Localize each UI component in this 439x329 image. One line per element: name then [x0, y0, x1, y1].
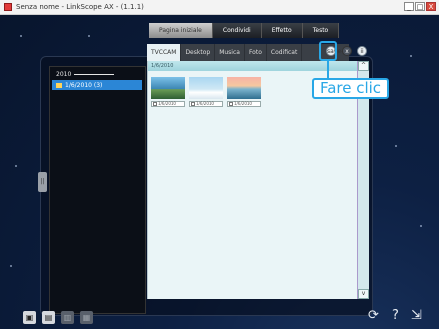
star: [88, 35, 90, 37]
thumbnail-caption-text: 1/6/2010: [196, 101, 214, 106]
thumbnail-image[interactable]: [227, 77, 261, 99]
highlight-box: [319, 41, 337, 61]
camera-icon[interactable]: ▣: [23, 311, 36, 324]
film-icon[interactable]: ▤: [42, 311, 55, 324]
thumbnail-caption: 1/6/2010: [151, 101, 185, 107]
minimize-button[interactable]: _: [404, 2, 414, 11]
tab-home[interactable]: Pagina iniziale: [149, 23, 213, 38]
tab-music[interactable]: Musica: [215, 44, 245, 61]
tab-tvccam[interactable]: TVCCAM: [147, 44, 182, 61]
maximize-button[interactable]: □: [415, 2, 425, 11]
star: [410, 55, 412, 57]
thumbnail-caption-text: 1/6/2010: [158, 101, 176, 106]
copy-icon[interactable]: ▦: [80, 311, 93, 324]
callout-connector: [327, 60, 329, 78]
star: [10, 265, 12, 267]
exit-icon[interactable]: ⇲: [411, 309, 422, 323]
callout-label: Fare clic: [312, 78, 389, 99]
thumbnail-image[interactable]: [151, 77, 185, 99]
tree-divider: [74, 74, 114, 75]
thumbnail-image[interactable]: [189, 77, 223, 99]
scroll-up-button[interactable]: ^: [358, 61, 369, 71]
panel-collapse-handle[interactable]: ||: [38, 172, 47, 192]
tab-desktop[interactable]: Desktop: [181, 44, 216, 61]
thumbnail-item[interactable]: 1/6/2010: [189, 77, 223, 111]
scroll-down-button[interactable]: v: [358, 289, 369, 299]
thumbnail-item[interactable]: 1/6/2010: [227, 77, 261, 111]
thumbnail-checkbox[interactable]: [191, 102, 195, 106]
share-icon[interactable]: ▥: [61, 311, 74, 324]
help-icon[interactable]: ?: [392, 309, 399, 323]
tab-photo[interactable]: Foto: [245, 44, 267, 61]
refresh-icon[interactable]: ⟳: [368, 309, 379, 323]
tree-item-date[interactable]: 1/6/2010 (3): [52, 80, 142, 90]
tab-effect[interactable]: Effetto: [261, 23, 303, 38]
window-controls: _ □ X: [404, 2, 436, 11]
settings-icon[interactable]: ii: [357, 46, 367, 56]
tree-item-label: 1/6/2010 (3): [65, 81, 103, 89]
star: [15, 165, 17, 167]
tree-year-label: 2010: [56, 71, 72, 78]
star: [395, 145, 397, 147]
close-tab-icon[interactable]: x: [342, 46, 352, 56]
date-tree: 2010 1/6/2010 (3): [49, 66, 146, 314]
window-title: Senza nome - LinkScope AX - (1.1.1): [16, 3, 144, 11]
tab-share[interactable]: Condividi: [212, 23, 262, 38]
thumbnail-list: 1/6/2010 1/6/2010 1/6/2010: [151, 77, 261, 111]
tab-encoded[interactable]: Codificat: [267, 44, 303, 61]
window-titlebar: Senza nome - LinkScope AX - (1.1.1) _ □ …: [0, 0, 439, 15]
star: [20, 35, 22, 37]
close-window-button[interactable]: X: [426, 2, 436, 11]
tab-text[interactable]: Testo: [302, 23, 340, 38]
thumbnail-item[interactable]: 1/6/2010: [151, 77, 185, 111]
thumbnail-caption: 1/6/2010: [227, 101, 261, 107]
thumbnail-checkbox[interactable]: [229, 102, 233, 106]
folder-icon: [56, 82, 62, 88]
thumbnail-caption: 1/6/2010: [189, 101, 223, 107]
thumbnail-checkbox[interactable]: [153, 102, 157, 106]
thumbnail-caption-text: 1/6/2010: [234, 101, 252, 106]
star: [420, 225, 422, 227]
app-icon: [4, 3, 12, 11]
main-tabs: Pagina iniziale Condividi Effetto Testo: [149, 23, 340, 38]
